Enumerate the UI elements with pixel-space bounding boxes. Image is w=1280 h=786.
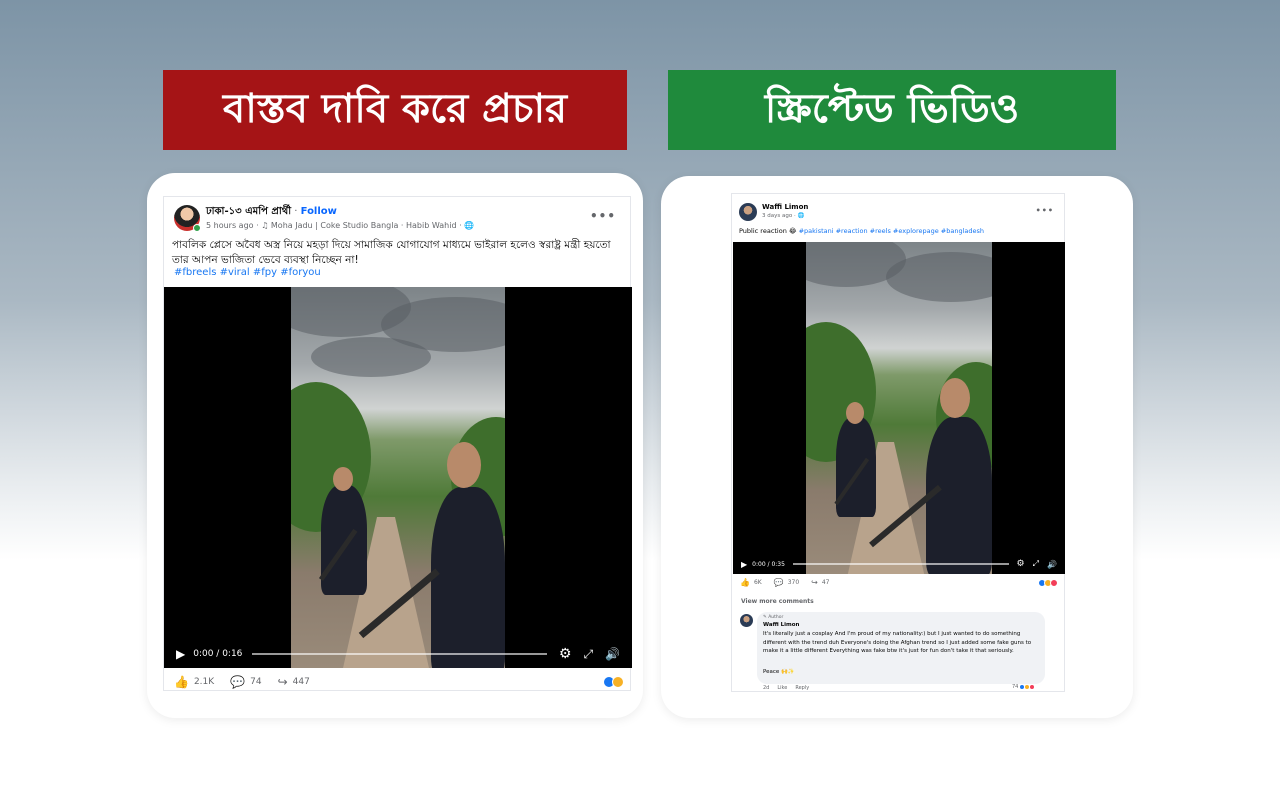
love-reaction-icon (1050, 578, 1058, 587)
fullscreen-icon[interactable]: ⤢ (1033, 559, 1039, 569)
comment-button[interactable]: 💬 74 (230, 675, 261, 689)
author-avatar[interactable] (174, 205, 201, 232)
globe-icon: 🌐 (464, 221, 475, 230)
verdict-banner: স্ক্রিপ্টেড ভিডিও (668, 70, 1116, 150)
video-time: 0:00 / 0:16 (193, 649, 243, 659)
play-icon[interactable]: ▶ (176, 647, 185, 661)
video-time: 0:00 / 0:35 (752, 560, 785, 568)
comment-text: It's literally just a cosplay And I'm pr… (763, 631, 1032, 654)
comment-like-button[interactable]: Like (777, 685, 787, 691)
video-controls: ▶ 0:00 / 0:16 ⚙ ⤢ 🔊 (164, 640, 632, 668)
comment-reply-button[interactable]: Reply (795, 685, 809, 691)
comment-count: 74 (250, 677, 262, 687)
share-icon: ↪ (277, 675, 288, 689)
share-button[interactable]: ↪ 447 (278, 675, 310, 689)
post-footer: 👍 6K 💬 370 ↪ 47 (740, 578, 1058, 587)
video-player[interactable]: ▶ 0:00 / 0:16 ⚙ ⤢ 🔊 (164, 287, 632, 668)
haha-reaction-icon (612, 676, 624, 688)
like-icon: 👍 (740, 578, 750, 587)
right-facebook-post: Waffi Limon 3 days ago · 🌐 ••• Public re… (731, 193, 1065, 692)
comment-reactions[interactable]: 74 (1012, 684, 1036, 690)
like-icon: 👍 (174, 675, 189, 689)
video-controls: ▶ 0:00 / 0:35 ⚙ ⤢ 🔊 (733, 554, 1065, 574)
commenter-avatar[interactable] (740, 614, 753, 627)
video-frame (806, 242, 992, 574)
comment-author[interactable]: Waffi Limon (763, 622, 799, 628)
volume-icon[interactable]: 🔊 (605, 647, 620, 661)
volume-icon[interactable]: 🔊 (1047, 560, 1057, 569)
post-hashtags[interactable]: #fbreels #viral #fpy #foryou (174, 267, 321, 278)
like-count: 6K (753, 579, 762, 586)
post-header: Waffi Limon 3 days ago · 🌐 (739, 203, 808, 221)
reaction-summary[interactable] (603, 676, 624, 688)
comment-age[interactable]: 2d (763, 685, 769, 691)
left-facebook-post: ঢাকা-১৩ এমপি প্রার্থী · Follow 5 hours a… (163, 196, 632, 691)
comment-icon: 💬 (773, 578, 784, 587)
settings-icon[interactable]: ⚙ (1017, 559, 1025, 569)
view-more-comments[interactable]: View more comments (741, 598, 814, 605)
love-reaction-icon (1029, 684, 1036, 690)
post-footer: 👍 2.1K 💬 74 ↪ 447 (174, 675, 624, 689)
author-name[interactable]: ঢাকা-১৩ এমপি প্রার্থী (206, 206, 291, 217)
post-header: ঢাকা-১৩ এমপি প্রার্থী · Follow 5 hours a… (174, 205, 474, 232)
follow-button[interactable]: Follow (301, 206, 337, 217)
comment-sign-off: Peace 🙌✨ (763, 669, 795, 675)
audio-label[interactable]: ♫ Moha Jadu | Coke Studio Bangla · Habib… (261, 221, 464, 230)
globe-icon: 🌐 (797, 213, 805, 219)
claim-banner: বাস্তব দাবি করে প্রচার (163, 70, 627, 150)
online-indicator (193, 224, 201, 232)
comment-count: 370 (787, 579, 800, 586)
video-progress-bar[interactable] (792, 563, 1009, 565)
comment-icon: 💬 (230, 675, 246, 689)
share-button[interactable]: ↪ 47 (811, 578, 829, 587)
comment-reaction-count: 74 (1012, 684, 1019, 690)
fullscreen-icon[interactable]: ⤢ (583, 647, 593, 662)
video-player[interactable]: ▶ 0:00 / 0:35 ⚙ ⤢ 🔊 (733, 242, 1065, 574)
like-button[interactable]: 👍 6K (740, 578, 762, 587)
more-options-icon[interactable]: ••• (1036, 206, 1054, 215)
like-button[interactable]: 👍 2.1K (174, 675, 214, 689)
share-icon: ↪ (811, 578, 818, 587)
author-badge: ✎ Author (763, 615, 784, 620)
comment-actions: 2d Like Reply (763, 685, 809, 691)
caption-text: Public reaction 😂 (739, 227, 799, 235)
reaction-summary[interactable] (1038, 578, 1058, 587)
post-hashtags[interactable]: #pakistani #reaction #reels #explorepage… (799, 227, 984, 235)
more-options-icon[interactable]: ••• (590, 209, 616, 223)
post-time[interactable]: 3 days ago · (762, 213, 797, 219)
share-count: 447 (292, 677, 310, 687)
video-frame (291, 287, 505, 668)
post-time[interactable]: 5 hours ago (206, 221, 254, 230)
video-progress-bar[interactable] (252, 653, 547, 655)
share-count: 47 (821, 579, 830, 586)
post-caption: Public reaction 😂 #pakistani #reaction #… (739, 227, 1059, 235)
play-icon[interactable]: ▶ (741, 560, 747, 569)
author-name[interactable]: Waffi Limon (762, 203, 808, 212)
like-count: 2.1K (193, 677, 215, 687)
separator: · (294, 206, 298, 217)
post-text: পাবলিক প্লেসে অবৈধ অস্ত্র নিয়ে মহড়া দি… (172, 239, 611, 266)
comment-bubble: ✎ Author Waffi Limon It's literally just… (757, 612, 1045, 684)
comment-button[interactable]: 💬 370 (774, 578, 799, 587)
settings-icon[interactable]: ⚙ (559, 646, 572, 662)
author-avatar[interactable] (739, 203, 757, 221)
